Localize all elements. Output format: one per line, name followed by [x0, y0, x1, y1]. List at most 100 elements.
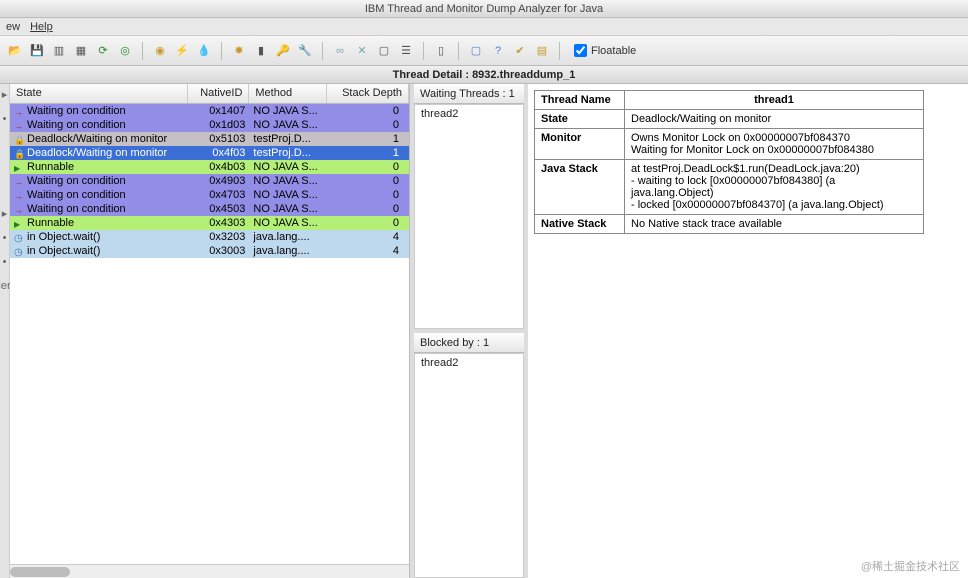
tool-cross-icon[interactable]: ✕ — [353, 42, 371, 60]
td-monitor: Owns Monitor Lock on 0x00000007bf084370 … — [625, 129, 924, 160]
arrow-icon — [14, 190, 24, 200]
menu-help[interactable]: Help — [30, 21, 53, 33]
tool-link-icon[interactable]: ∞ — [331, 42, 349, 60]
floatable-checkbox[interactable] — [574, 44, 587, 57]
table-row[interactable]: in Object.wait()0x3203java.lang....4 — [10, 230, 409, 244]
tool-key-icon[interactable]: 🔑 — [274, 42, 292, 60]
row-method: NO JAVA S... — [249, 105, 327, 117]
row-method: NO JAVA S... — [249, 217, 327, 229]
row-depth: 4 — [327, 245, 409, 257]
row-depth: 0 — [327, 105, 409, 117]
tool-help-icon[interactable]: ? — [489, 42, 507, 60]
tool-open-icon[interactable]: 📂 — [6, 42, 24, 60]
td-java-stack: at testProj.DeadLock$1.run(DeadLock.java… — [625, 160, 924, 215]
clock-icon — [14, 246, 24, 256]
clock-icon — [14, 232, 24, 242]
left-gutter: ▸ • ▸ • • ler — [0, 84, 10, 578]
tool-grid-icon[interactable]: ▦ — [72, 42, 90, 60]
table-row[interactable]: Waiting on condition0x1d03NO JAVA S...0 — [10, 118, 409, 132]
table-body: Waiting on condition0x1407NO JAVA S...0W… — [10, 104, 409, 564]
tool-check-icon[interactable]: ✔ — [511, 42, 529, 60]
tool-bolt-icon[interactable]: ⚡ — [173, 42, 191, 60]
table-row[interactable]: Waiting on condition0x1407NO JAVA S...0 — [10, 104, 409, 118]
row-state: in Object.wait() — [27, 245, 100, 257]
table-row[interactable]: Waiting on condition0x4903NO JAVA S...0 — [10, 174, 409, 188]
threads-table-pane: State NativeID Method Stack Depth Waitin… — [10, 84, 410, 578]
tool-box-icon[interactable]: ▢ — [375, 42, 393, 60]
thread-detail-table: Thread Name thread1 State Deadlock/Waiti… — [534, 90, 924, 234]
row-state: Waiting on condition — [27, 175, 126, 187]
row-depth: 0 — [327, 119, 409, 131]
tool-monitor-icon[interactable]: ▢ — [467, 42, 485, 60]
row-method: NO JAVA S... — [249, 203, 327, 215]
detail-pane: Thread Name thread1 State Deadlock/Waiti… — [528, 84, 968, 578]
menu-view[interactable]: ew — [6, 21, 20, 33]
row-state: Waiting on condition — [27, 119, 126, 131]
gutter-arrow-icon[interactable]: ▸ — [2, 88, 8, 101]
tool-diskette-icon[interactable]: 💾 — [28, 42, 46, 60]
row-method: NO JAVA S... — [249, 161, 327, 173]
td-native-stack: No Native stack trace available — [625, 215, 924, 234]
tool-list-icon[interactable]: ☰ — [397, 42, 415, 60]
row-method: testProj.D... — [249, 133, 327, 145]
tool-db-icon[interactable]: ▮ — [252, 42, 270, 60]
gutter-dot-icon[interactable]: • — [3, 232, 7, 244]
window-title: IBM Thread and Monitor Dump Analyzer for… — [0, 0, 968, 18]
table-row[interactable]: Runnable0x4303NO JAVA S...0 — [10, 216, 409, 230]
menu-bar: ew Help — [0, 18, 968, 36]
table-row[interactable]: Deadlock/Waiting on monitor0x4f03testPro… — [10, 146, 409, 160]
row-state: Runnable — [27, 161, 74, 173]
toolbar-separator — [221, 42, 222, 60]
table-header: State NativeID Method Stack Depth — [10, 84, 409, 104]
mid-pane: Waiting Threads : 1 thread2 Blocked by :… — [414, 84, 524, 578]
waiting-threads-list[interactable]: thread2 — [414, 104, 524, 329]
tool-drop-icon[interactable]: 💧 — [195, 42, 213, 60]
toolbar-separator — [559, 42, 560, 60]
blocked-by-list[interactable]: thread2 — [414, 353, 524, 578]
table-row[interactable]: Waiting on condition0x4503NO JAVA S...0 — [10, 202, 409, 216]
row-nativeid: 0x4303 — [188, 217, 250, 229]
tool-target-icon[interactable]: ◎ — [116, 42, 134, 60]
gutter-dot-icon[interactable]: • — [3, 256, 7, 268]
gutter-dot-icon[interactable]: • — [3, 113, 7, 125]
tool-wrench-icon[interactable]: 🔧 — [296, 42, 314, 60]
table-row[interactable]: Deadlock/Waiting on monitor0x5103testPro… — [10, 132, 409, 146]
row-method: NO JAVA S... — [249, 175, 327, 187]
row-nativeid: 0x1d03 — [188, 119, 250, 131]
col-state[interactable]: State — [10, 84, 188, 103]
col-stackdepth[interactable]: Stack Depth — [327, 84, 409, 103]
th-thread-name: Thread Name — [535, 91, 625, 110]
col-method[interactable]: Method — [249, 84, 327, 103]
row-state: Waiting on condition — [27, 189, 126, 201]
tool-globe-icon[interactable]: ◉ — [151, 42, 169, 60]
scrollbar-thumb[interactable] — [10, 567, 70, 577]
td-state: Deadlock/Waiting on monitor — [625, 110, 924, 129]
row-nativeid: 0x4503 — [188, 203, 250, 215]
row-nativeid: 0x4703 — [188, 189, 250, 201]
th-native-stack: Native Stack — [535, 215, 625, 234]
gutter-arrow-icon[interactable]: ▸ — [2, 207, 8, 220]
tool-note-icon[interactable]: ▤ — [533, 42, 551, 60]
row-nativeid: 0x3203 — [188, 231, 250, 243]
table-row[interactable]: Waiting on condition0x4703NO JAVA S...0 — [10, 188, 409, 202]
tool-clip-icon[interactable]: ▯ — [432, 42, 450, 60]
toolbar: 📂 💾 ▥ ▦ ⟳ ◎ ◉ ⚡ 💧 ✸ ▮ 🔑 🔧 ∞ ✕ ▢ ☰ ▯ ▢ ? … — [0, 36, 968, 66]
floatable-toggle[interactable]: Floatable — [574, 44, 636, 57]
row-depth: 0 — [327, 175, 409, 187]
watermark: @稀土掘金技术社区 — [861, 558, 960, 574]
table-row[interactable]: Runnable0x4b03NO JAVA S...0 — [10, 160, 409, 174]
detail-header: Thread Detail : 8932.threaddump_1 — [0, 66, 968, 84]
td-thread-name: thread1 — [625, 91, 924, 110]
row-state: Waiting on condition — [27, 203, 126, 215]
tool-gear-icon[interactable]: ✸ — [230, 42, 248, 60]
row-depth: 4 — [327, 231, 409, 243]
horizontal-scrollbar[interactable] — [10, 564, 409, 578]
row-nativeid: 0x1407 — [188, 105, 250, 117]
tool-page-icon[interactable]: ▥ — [50, 42, 68, 60]
col-nativeid[interactable]: NativeID — [188, 84, 250, 103]
row-nativeid: 0x5103 — [188, 133, 250, 145]
row-method: java.lang.... — [249, 245, 327, 257]
table-row[interactable]: in Object.wait()0x3003java.lang....4 — [10, 244, 409, 258]
tool-refresh-icon[interactable]: ⟳ — [94, 42, 112, 60]
row-state: Deadlock/Waiting on monitor — [27, 147, 167, 159]
